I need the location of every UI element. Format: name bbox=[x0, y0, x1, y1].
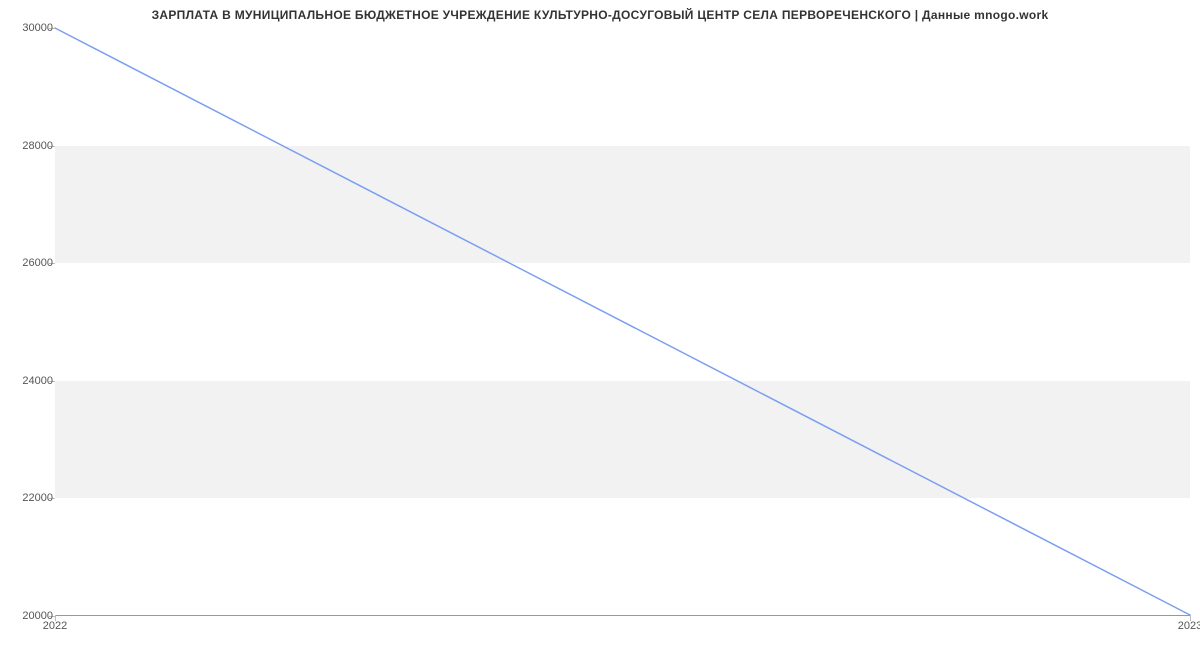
series-line bbox=[55, 28, 1190, 615]
y-tick-label: 22000 bbox=[8, 492, 53, 504]
y-tick-label: 26000 bbox=[8, 257, 53, 269]
line-series-layer bbox=[55, 28, 1190, 615]
chart-container: ЗАРПЛАТА В МУНИЦИПАЛЬНОЕ БЮДЖЕТНОЕ УЧРЕЖ… bbox=[0, 0, 1200, 650]
plot-area bbox=[55, 28, 1190, 616]
x-tick-label: 2023 bbox=[1178, 620, 1200, 632]
x-tick-label: 2022 bbox=[43, 620, 67, 632]
y-tick-label: 30000 bbox=[8, 22, 53, 34]
y-tick-label: 28000 bbox=[8, 140, 53, 152]
y-tick-label: 24000 bbox=[8, 375, 53, 387]
chart-title: ЗАРПЛАТА В МУНИЦИПАЛЬНОЕ БЮДЖЕТНОЕ УЧРЕЖ… bbox=[0, 8, 1200, 22]
